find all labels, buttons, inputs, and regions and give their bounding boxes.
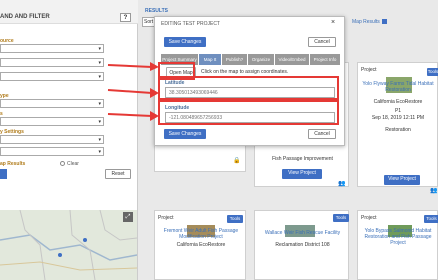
people-icon: 👥 xyxy=(430,188,438,194)
card-date: Sep 18, 2019 12:11 PM xyxy=(371,115,425,121)
card-code: P1 xyxy=(394,108,402,114)
tab-project-info[interactable]: Project Info xyxy=(310,54,341,65)
filter-select-3[interactable]: ▾ xyxy=(0,72,104,81)
cancel-button-bottom[interactable]: Cancel xyxy=(308,129,336,139)
chevron-down-icon: ▾ xyxy=(98,119,101,125)
chevron-down-icon: ▾ xyxy=(98,149,101,155)
project-card-3: Project Tools Yolo Flyway Farms Tidal Ha… xyxy=(357,62,438,194)
arrow-icon xyxy=(107,111,159,121)
sidebar-header: AND AND FILTER ? xyxy=(0,0,138,24)
card-title-link[interactable]: Fremont Weir Adult Fish Passage Modifica… xyxy=(155,228,247,240)
help-button[interactable]: ? xyxy=(120,13,131,22)
checkbox-icon xyxy=(381,19,387,25)
sidebar-title: AND AND FILTER xyxy=(0,14,50,20)
view-project-button[interactable]: View Project xyxy=(282,169,322,179)
project-card-5: Tools Wallace Weir Fish Rescue Facility … xyxy=(254,210,349,280)
card-org: California EcoRestore xyxy=(176,242,226,248)
chevron-down-icon: ▾ xyxy=(98,46,101,52)
map-graphic xyxy=(0,210,137,280)
mini-map[interactable] xyxy=(0,210,137,280)
project-card-6: Project Tools Yolo Bypass Salmonid Habit… xyxy=(357,210,438,280)
settings-select[interactable]: ▾ xyxy=(0,135,104,144)
card-type-label: Project xyxy=(158,215,174,221)
card-type: Restoration xyxy=(385,127,411,133)
chevron-down-icon: ▾ xyxy=(98,137,101,143)
card-type-label: Project xyxy=(361,67,377,73)
map-hint-text: Click on the map to assign coordinates. xyxy=(201,69,289,75)
tab-video-embed[interactable]: Video/Embed xyxy=(275,54,310,65)
arrow-icon xyxy=(107,88,159,98)
arrow-icon xyxy=(107,62,159,71)
tab-map-it[interactable]: Map It xyxy=(199,54,222,65)
map-results-label: Map Results xyxy=(352,19,380,25)
lock-icon: 🔒 xyxy=(233,158,241,164)
card-title-link[interactable]: Yolo Flyway Farms Tidal Habitat Restorat… xyxy=(358,81,438,93)
card-org: Reclamation District 108 xyxy=(275,242,330,248)
clear-radio[interactable]: Clear xyxy=(60,161,79,167)
card-type-label: Project xyxy=(361,215,377,221)
tools-button[interactable]: Tools xyxy=(427,68,438,76)
card-title-link[interactable]: Wallace Weir Fish Rescue Facility xyxy=(255,230,350,236)
close-icon[interactable]: × xyxy=(331,19,335,26)
chevron-down-icon: ▾ xyxy=(98,60,101,66)
tools-button[interactable]: Tools xyxy=(333,214,349,222)
cancel-button[interactable]: Cancel xyxy=(308,37,336,47)
tab-publish[interactable]: Publish? xyxy=(222,54,248,65)
card-title-link[interactable]: Yolo Bypass Salmonid Habitat Restoration… xyxy=(358,228,438,246)
search-button[interactable] xyxy=(0,169,7,179)
project-card-4: Project Tools Fremont Weir Adult Fish Pa… xyxy=(154,210,246,280)
people-icon: 👥 xyxy=(338,181,346,187)
results-title: RESULTS xyxy=(145,8,168,14)
reset-button[interactable]: Reset xyxy=(105,169,131,179)
card-org: California EcoRestore xyxy=(373,99,423,105)
map-results-label: ap Results xyxy=(0,161,26,167)
highlight-longitude xyxy=(158,100,339,125)
filter-select-2[interactable]: ▾ xyxy=(0,58,104,67)
chevron-down-icon: ▾ xyxy=(98,101,101,107)
chevron-down-icon: ▾ xyxy=(98,74,101,80)
modal-title: EDITING TEST PROJECT xyxy=(161,21,220,27)
tab-organize[interactable]: Organize xyxy=(248,54,275,65)
tools-button[interactable]: Tools xyxy=(227,215,243,223)
expand-map-icon[interactable]: ⤢ xyxy=(123,212,133,222)
tools-button[interactable]: Tools xyxy=(424,215,438,223)
view-project-button[interactable]: View Project xyxy=(384,175,420,185)
highlight-latitude xyxy=(158,76,339,100)
settings-select-2[interactable]: ▾ xyxy=(0,147,104,156)
type-select[interactable]: ▾ xyxy=(0,99,104,108)
map-results-toggle[interactable]: Map Results xyxy=(352,19,387,25)
status-select[interactable]: ▾ xyxy=(0,117,104,126)
save-changes-button-bottom[interactable]: Save Changes xyxy=(164,129,206,139)
card-title: Fish Passage Improvement xyxy=(272,156,333,162)
clear-label: Clear xyxy=(67,161,79,167)
source-select[interactable]: ▾ xyxy=(0,44,104,53)
radio-icon xyxy=(60,161,65,167)
save-changes-button[interactable]: Save Changes xyxy=(164,37,206,47)
